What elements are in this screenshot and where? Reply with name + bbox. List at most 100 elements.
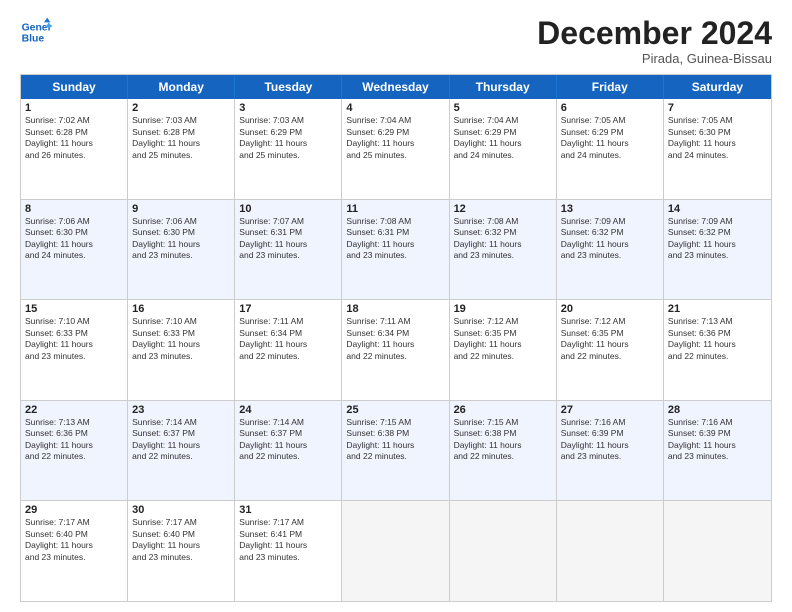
svg-text:General: General xyxy=(22,22,52,33)
calendar-cell: 24Sunrise: 7:14 AM Sunset: 6:37 PM Dayli… xyxy=(235,401,342,501)
calendar-row: 22Sunrise: 7:13 AM Sunset: 6:36 PM Dayli… xyxy=(21,400,771,501)
day-number: 22 xyxy=(25,404,123,416)
calendar-cell: 27Sunrise: 7:16 AM Sunset: 6:39 PM Dayli… xyxy=(557,401,664,501)
day-number: 26 xyxy=(454,404,552,416)
day-number: 9 xyxy=(132,203,230,215)
header-day: Sunday xyxy=(21,75,128,99)
calendar-cell: 17Sunrise: 7:11 AM Sunset: 6:34 PM Dayli… xyxy=(235,300,342,400)
day-info: Sunrise: 7:11 AM Sunset: 6:34 PM Dayligh… xyxy=(346,316,444,362)
calendar-cell: 30Sunrise: 7:17 AM Sunset: 6:40 PM Dayli… xyxy=(128,501,235,601)
calendar-cell: 13Sunrise: 7:09 AM Sunset: 6:32 PM Dayli… xyxy=(557,200,664,300)
day-info: Sunrise: 7:03 AM Sunset: 6:29 PM Dayligh… xyxy=(239,115,337,161)
day-info: Sunrise: 7:02 AM Sunset: 6:28 PM Dayligh… xyxy=(25,115,123,161)
header-day: Thursday xyxy=(450,75,557,99)
day-info: Sunrise: 7:08 AM Sunset: 6:32 PM Dayligh… xyxy=(454,216,552,262)
header-day: Wednesday xyxy=(342,75,449,99)
logo: General Blue xyxy=(20,16,52,48)
day-number: 12 xyxy=(454,203,552,215)
day-number: 7 xyxy=(668,102,767,114)
calendar-cell: 22Sunrise: 7:13 AM Sunset: 6:36 PM Dayli… xyxy=(21,401,128,501)
day-number: 4 xyxy=(346,102,444,114)
header-day: Monday xyxy=(128,75,235,99)
calendar-cell: 19Sunrise: 7:12 AM Sunset: 6:35 PM Dayli… xyxy=(450,300,557,400)
day-info: Sunrise: 7:04 AM Sunset: 6:29 PM Dayligh… xyxy=(346,115,444,161)
day-info: Sunrise: 7:06 AM Sunset: 6:30 PM Dayligh… xyxy=(132,216,230,262)
calendar-cell: 28Sunrise: 7:16 AM Sunset: 6:39 PM Dayli… xyxy=(664,401,771,501)
calendar-row: 29Sunrise: 7:17 AM Sunset: 6:40 PM Dayli… xyxy=(21,500,771,601)
day-info: Sunrise: 7:10 AM Sunset: 6:33 PM Dayligh… xyxy=(25,316,123,362)
calendar-cell: 21Sunrise: 7:13 AM Sunset: 6:36 PM Dayli… xyxy=(664,300,771,400)
calendar-cell: 20Sunrise: 7:12 AM Sunset: 6:35 PM Dayli… xyxy=(557,300,664,400)
calendar-cell: 10Sunrise: 7:07 AM Sunset: 6:31 PM Dayli… xyxy=(235,200,342,300)
calendar-cell: 26Sunrise: 7:15 AM Sunset: 6:38 PM Dayli… xyxy=(450,401,557,501)
day-number: 23 xyxy=(132,404,230,416)
day-number: 31 xyxy=(239,504,337,516)
calendar-cell: 15Sunrise: 7:10 AM Sunset: 6:33 PM Dayli… xyxy=(21,300,128,400)
day-number: 6 xyxy=(561,102,659,114)
day-number: 13 xyxy=(561,203,659,215)
calendar-cell: 1Sunrise: 7:02 AM Sunset: 6:28 PM Daylig… xyxy=(21,99,128,199)
calendar-cell: 2Sunrise: 7:03 AM Sunset: 6:28 PM Daylig… xyxy=(128,99,235,199)
calendar-header: SundayMondayTuesdayWednesdayThursdayFrid… xyxy=(21,75,771,99)
calendar-cell xyxy=(342,501,449,601)
day-number: 2 xyxy=(132,102,230,114)
day-number: 24 xyxy=(239,404,337,416)
calendar-cell: 23Sunrise: 7:14 AM Sunset: 6:37 PM Dayli… xyxy=(128,401,235,501)
calendar-cell: 18Sunrise: 7:11 AM Sunset: 6:34 PM Dayli… xyxy=(342,300,449,400)
calendar-cell: 12Sunrise: 7:08 AM Sunset: 6:32 PM Dayli… xyxy=(450,200,557,300)
calendar-cell xyxy=(450,501,557,601)
calendar-cell: 9Sunrise: 7:06 AM Sunset: 6:30 PM Daylig… xyxy=(128,200,235,300)
calendar-cell: 31Sunrise: 7:17 AM Sunset: 6:41 PM Dayli… xyxy=(235,501,342,601)
day-info: Sunrise: 7:16 AM Sunset: 6:39 PM Dayligh… xyxy=(561,417,659,463)
calendar-cell: 14Sunrise: 7:09 AM Sunset: 6:32 PM Dayli… xyxy=(664,200,771,300)
month-title: December 2024 xyxy=(537,16,772,51)
day-info: Sunrise: 7:08 AM Sunset: 6:31 PM Dayligh… xyxy=(346,216,444,262)
day-number: 28 xyxy=(668,404,767,416)
calendar-cell xyxy=(664,501,771,601)
calendar-cell: 16Sunrise: 7:10 AM Sunset: 6:33 PM Dayli… xyxy=(128,300,235,400)
day-info: Sunrise: 7:12 AM Sunset: 6:35 PM Dayligh… xyxy=(454,316,552,362)
day-info: Sunrise: 7:17 AM Sunset: 6:40 PM Dayligh… xyxy=(25,517,123,563)
day-number: 18 xyxy=(346,303,444,315)
day-info: Sunrise: 7:16 AM Sunset: 6:39 PM Dayligh… xyxy=(668,417,767,463)
day-info: Sunrise: 7:15 AM Sunset: 6:38 PM Dayligh… xyxy=(454,417,552,463)
calendar-cell: 11Sunrise: 7:08 AM Sunset: 6:31 PM Dayli… xyxy=(342,200,449,300)
day-info: Sunrise: 7:03 AM Sunset: 6:28 PM Dayligh… xyxy=(132,115,230,161)
calendar-cell: 5Sunrise: 7:04 AM Sunset: 6:29 PM Daylig… xyxy=(450,99,557,199)
day-number: 5 xyxy=(454,102,552,114)
day-number: 3 xyxy=(239,102,337,114)
calendar-row: 1Sunrise: 7:02 AM Sunset: 6:28 PM Daylig… xyxy=(21,99,771,199)
day-info: Sunrise: 7:14 AM Sunset: 6:37 PM Dayligh… xyxy=(132,417,230,463)
logo-icon: General Blue xyxy=(20,16,52,48)
calendar-cell: 3Sunrise: 7:03 AM Sunset: 6:29 PM Daylig… xyxy=(235,99,342,199)
calendar-cell xyxy=(557,501,664,601)
calendar-body: 1Sunrise: 7:02 AM Sunset: 6:28 PM Daylig… xyxy=(21,99,771,601)
day-info: Sunrise: 7:12 AM Sunset: 6:35 PM Dayligh… xyxy=(561,316,659,362)
day-number: 11 xyxy=(346,203,444,215)
day-info: Sunrise: 7:04 AM Sunset: 6:29 PM Dayligh… xyxy=(454,115,552,161)
day-number: 1 xyxy=(25,102,123,114)
calendar-cell: 29Sunrise: 7:17 AM Sunset: 6:40 PM Dayli… xyxy=(21,501,128,601)
day-info: Sunrise: 7:13 AM Sunset: 6:36 PM Dayligh… xyxy=(25,417,123,463)
calendar-cell: 6Sunrise: 7:05 AM Sunset: 6:29 PM Daylig… xyxy=(557,99,664,199)
day-number: 15 xyxy=(25,303,123,315)
day-info: Sunrise: 7:09 AM Sunset: 6:32 PM Dayligh… xyxy=(561,216,659,262)
calendar-cell: 4Sunrise: 7:04 AM Sunset: 6:29 PM Daylig… xyxy=(342,99,449,199)
header: General Blue December 2024 Pirada, Guine… xyxy=(20,16,772,66)
day-info: Sunrise: 7:15 AM Sunset: 6:38 PM Dayligh… xyxy=(346,417,444,463)
header-day: Tuesday xyxy=(235,75,342,99)
calendar: SundayMondayTuesdayWednesdayThursdayFrid… xyxy=(20,74,772,602)
day-info: Sunrise: 7:14 AM Sunset: 6:37 PM Dayligh… xyxy=(239,417,337,463)
day-info: Sunrise: 7:09 AM Sunset: 6:32 PM Dayligh… xyxy=(668,216,767,262)
day-number: 19 xyxy=(454,303,552,315)
day-number: 14 xyxy=(668,203,767,215)
day-info: Sunrise: 7:05 AM Sunset: 6:30 PM Dayligh… xyxy=(668,115,767,161)
day-number: 10 xyxy=(239,203,337,215)
day-number: 8 xyxy=(25,203,123,215)
calendar-cell: 7Sunrise: 7:05 AM Sunset: 6:30 PM Daylig… xyxy=(664,99,771,199)
calendar-row: 8 Sunrise: 7:06 AM Sunset: 6:30 PM Daylig… xyxy=(21,199,771,300)
svg-text:Blue: Blue xyxy=(22,34,45,45)
day-info: Sunrise: 7:17 AM Sunset: 6:40 PM Dayligh… xyxy=(132,517,230,563)
location: Pirada, Guinea-Bissau xyxy=(537,51,772,66)
day-info: Sunrise: 7:07 AM Sunset: 6:31 PM Dayligh… xyxy=(239,216,337,262)
